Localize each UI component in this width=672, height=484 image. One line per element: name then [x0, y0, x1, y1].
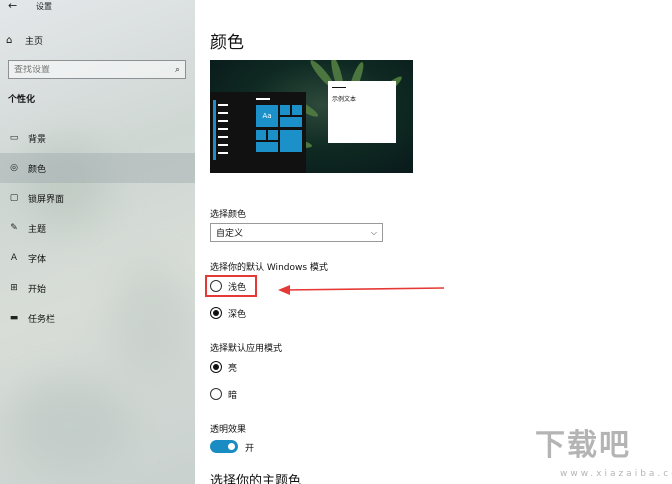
- choose-color-dropdown[interactable]: 自定义 ⌵: [210, 223, 383, 242]
- choose-color-label: 选择颜色: [210, 210, 247, 220]
- main-panel: 颜色 Aa 示例文本 选择颜色 自定义 ⌵ 选择你的默认 Windows 模式 …: [195, 0, 672, 484]
- search-box[interactable]: ⌕: [8, 60, 186, 79]
- preview-menu-line: [218, 104, 228, 106]
- preview-menu-line: [256, 98, 270, 100]
- page-title: 颜色: [210, 33, 244, 53]
- preview-menu-line: [218, 112, 228, 114]
- search-icon[interactable]: ⌕: [175, 65, 180, 75]
- sidebar-item-taskbar[interactable]: ▬ 任务栏: [0, 303, 195, 333]
- preview-tile-large: Aa: [256, 105, 278, 127]
- preview-tile-label: Aa: [262, 112, 272, 120]
- preview-tile: [280, 130, 302, 152]
- app-mode-label: 选择默认应用模式: [210, 344, 283, 354]
- preview-menu-line: [218, 152, 228, 154]
- chevron-down-icon: ⌵: [370, 227, 377, 237]
- transparency-label: 透明效果: [210, 425, 247, 435]
- radio-label: 深色: [228, 309, 247, 320]
- preview-tile: [292, 105, 302, 115]
- lock-screen-icon: ▢: [9, 193, 19, 203]
- window-title: 设置: [36, 2, 52, 11]
- preview-accent-bar: [213, 100, 216, 160]
- sidebar-item-lock-screen[interactable]: ▢ 锁屏界面: [0, 183, 195, 213]
- start-icon: ⊞: [10, 283, 18, 293]
- search-input[interactable]: [14, 64, 164, 75]
- sidebar-item-background[interactable]: ▭ 背景: [0, 123, 195, 153]
- home-icon: ⌂: [6, 34, 13, 46]
- dropdown-value: 自定义: [216, 229, 244, 239]
- theme-preview: Aa 示例文本: [210, 60, 413, 173]
- preview-menu-line: [218, 144, 228, 146]
- watermark-url: www.xiazaiba.com: [560, 469, 672, 479]
- radio-label: 亮: [228, 363, 238, 374]
- preview-window: 示例文本: [328, 81, 396, 143]
- toggle-state-label: 开: [245, 444, 255, 454]
- preview-sample-text: 示例文本: [332, 96, 357, 103]
- sidebar-item-label: 颜色: [28, 164, 47, 175]
- palette-icon: ◎: [10, 163, 18, 173]
- radio-dark-mode[interactable]: 深色: [210, 305, 246, 321]
- annotation-highlight-box: [205, 275, 257, 297]
- preview-tile: [280, 105, 290, 115]
- preview-menu-line: [218, 120, 228, 122]
- sidebar-item-label: 开始: [28, 284, 47, 295]
- watermark-logo: 下载吧: [535, 428, 631, 463]
- preview-menu-line: [218, 136, 228, 138]
- radio-button-on[interactable]: [210, 361, 222, 373]
- acrylic-blob: [10, 380, 130, 470]
- radio-button-on[interactable]: [210, 307, 222, 319]
- windows-mode-label: 选择你的默认 Windows 模式: [210, 263, 328, 273]
- preview-window-line: [332, 87, 346, 88]
- sidebar-section-heading: 个性化: [8, 95, 36, 105]
- sidebar-item-label: 锁屏界面: [28, 194, 65, 205]
- preview-tiles: Aa: [256, 105, 304, 155]
- sidebar-item-label: 主页: [25, 36, 44, 47]
- sidebar-item-fonts[interactable]: A 字体: [0, 243, 195, 273]
- radio-button-off[interactable]: [210, 388, 222, 400]
- transparency-toggle[interactable]: [210, 440, 238, 453]
- annotation-arrow-icon: [278, 285, 445, 295]
- taskbar-icon: ▬: [9, 313, 19, 323]
- sidebar-item-label: 背景: [28, 134, 47, 145]
- sidebar: ← 设置 ⌂ 主页 ⌕ 个性化 ▭ 背景 ◎ 颜色 ▢ 锁屏界面 ✎ 主题 A …: [0, 0, 195, 484]
- sidebar-item-label: 字体: [28, 254, 47, 265]
- image-icon: ▭: [9, 133, 19, 143]
- preview-tile: [268, 130, 278, 140]
- preview-menu-line: [218, 128, 228, 130]
- sidebar-item-colors[interactable]: ◎ 颜色: [0, 153, 195, 183]
- brush-icon: ✎: [10, 223, 18, 233]
- accent-color-heading: 选择你的主题色: [210, 474, 302, 484]
- sidebar-item-themes[interactable]: ✎ 主题: [0, 213, 195, 243]
- sidebar-nav: ▭ 背景 ◎ 颜色 ▢ 锁屏界面 ✎ 主题 A 字体 ⊞ 开始 ▬ 任务栏: [0, 123, 195, 333]
- title-bar: ← 设置: [0, 0, 195, 16]
- sidebar-item-label: 主题: [28, 224, 47, 235]
- preview-tile: [256, 142, 278, 152]
- radio-label: 暗: [228, 390, 238, 401]
- preview-tile: [256, 130, 266, 140]
- sidebar-item-home[interactable]: ⌂ 主页: [6, 32, 43, 48]
- radio-app-light[interactable]: 亮: [210, 359, 237, 375]
- back-arrow-icon[interactable]: ←: [8, 0, 17, 12]
- radio-app-dark[interactable]: 暗: [210, 386, 237, 402]
- preview-tile: [280, 117, 302, 127]
- font-icon: A: [10, 253, 18, 263]
- sidebar-item-start[interactable]: ⊞ 开始: [0, 273, 195, 303]
- sidebar-item-label: 任务栏: [28, 314, 56, 325]
